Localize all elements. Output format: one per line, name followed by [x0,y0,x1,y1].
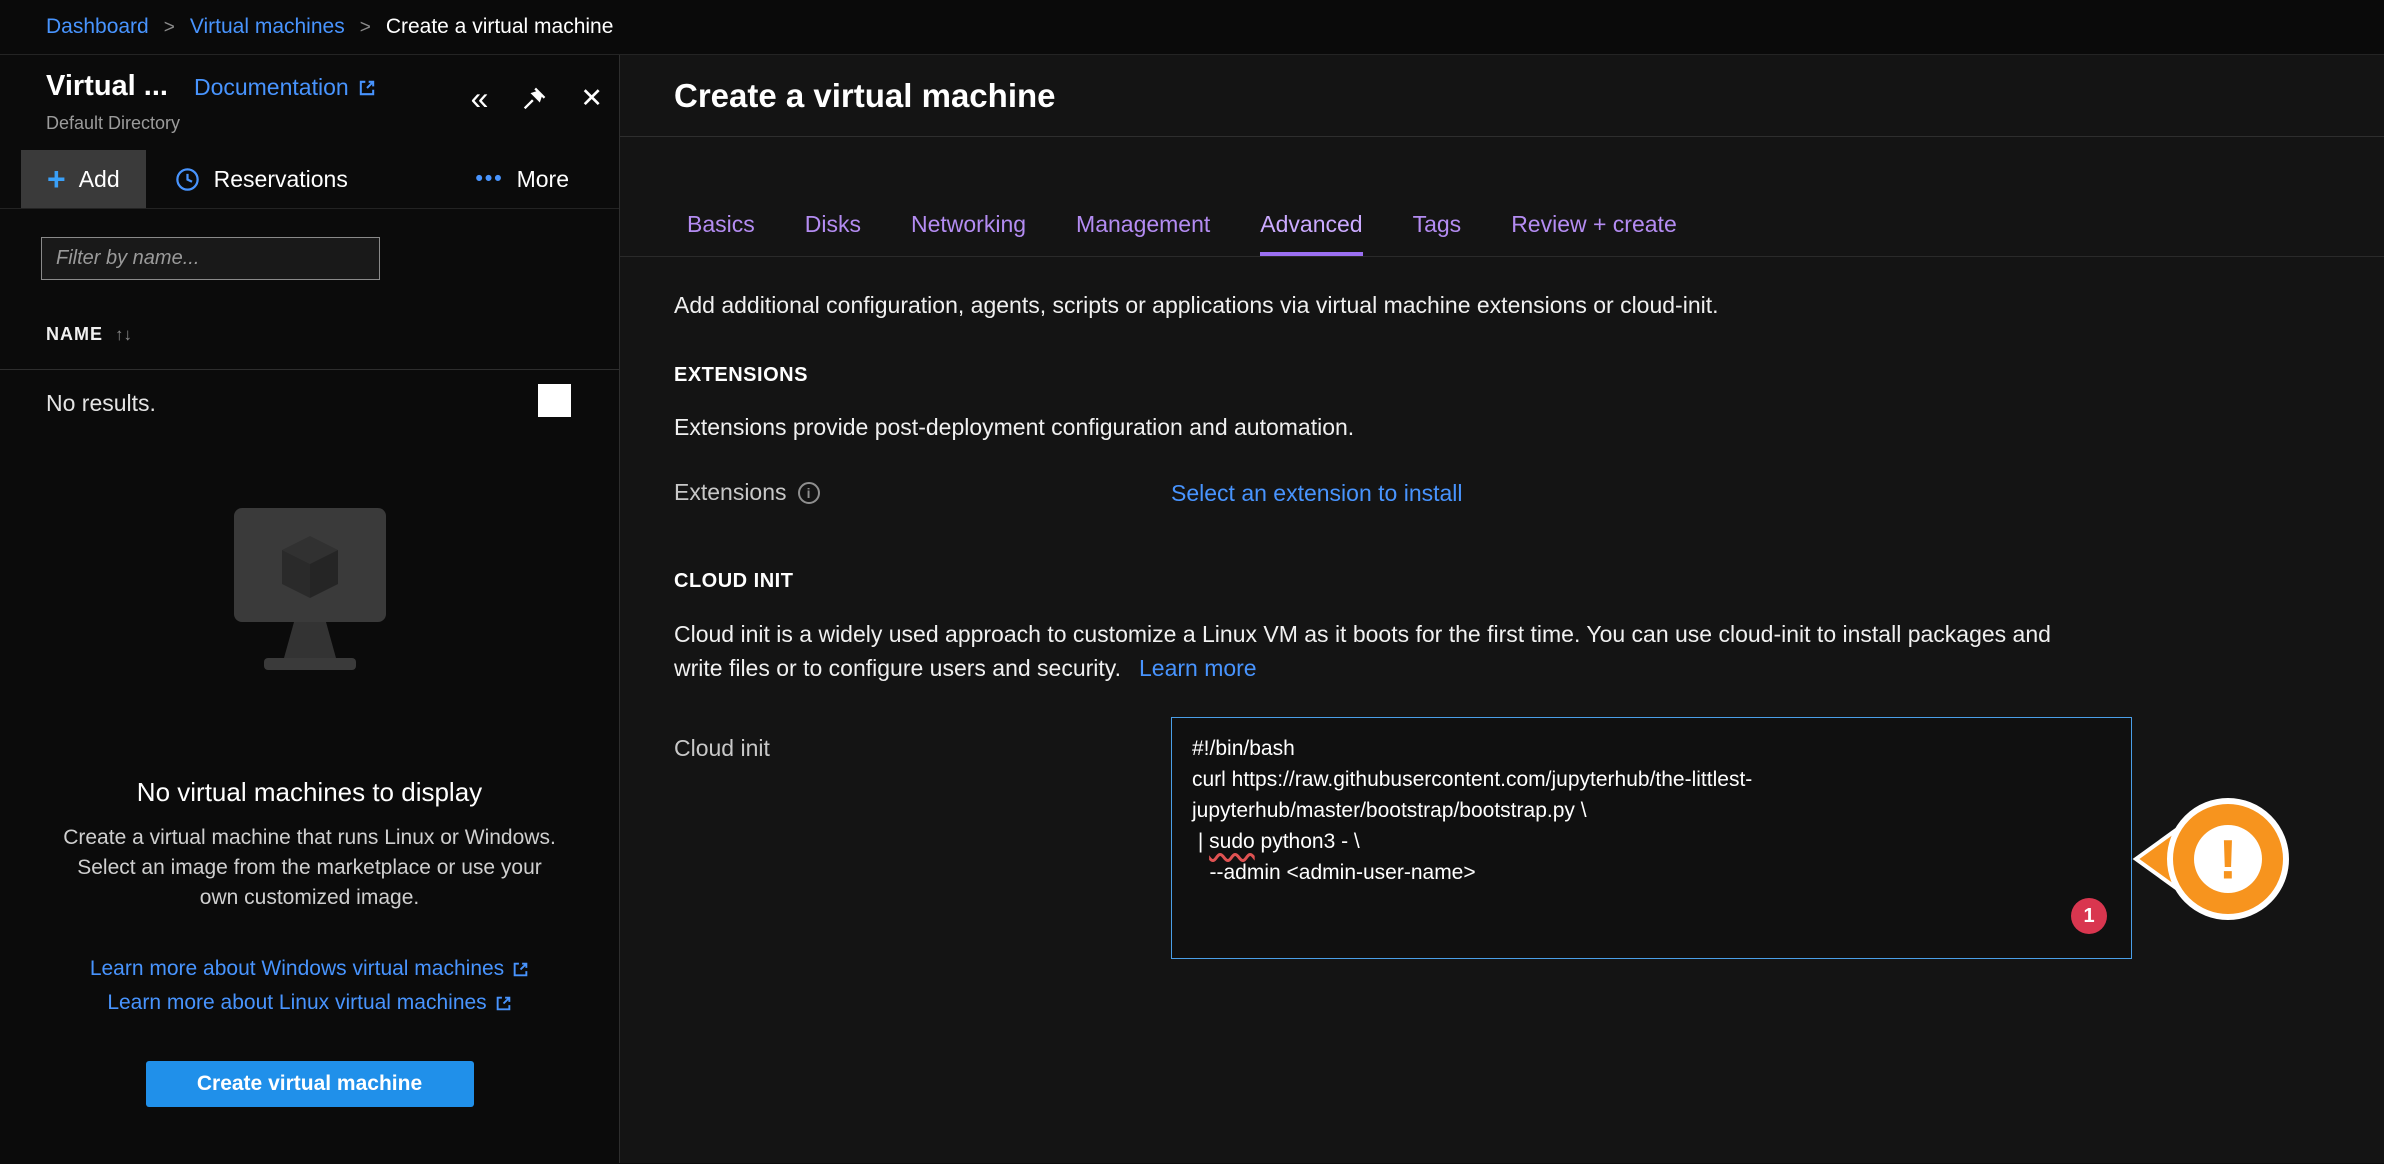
select-checkbox[interactable] [538,384,571,417]
panel-header: Virtual ... Documentation Default Direct… [0,55,619,134]
external-link-icon [358,79,376,97]
table-header[interactable]: NAME ↑↓ [46,324,619,345]
annotation-badge-1: 1 [2071,898,2107,934]
sort-icon: ↑↓ [115,325,132,345]
empty-state-title: No virtual machines to display [0,777,619,807]
more-button-label: More [517,166,569,193]
documentation-link-label: Documentation [194,74,349,101]
directory-label: Default Directory [46,112,376,134]
extensions-description: Extensions provide post-deployment confi… [674,413,2384,441]
external-link-icon [495,995,512,1012]
blade-header: Create a virtual machine [620,55,2384,137]
vm-monitor-icon [208,506,412,696]
cloud-init-description: Cloud init is a widely used approach to … [674,617,2074,685]
breadcrumb-separator: > [164,17,175,38]
learn-more-link[interactable]: Learn more [1139,655,1257,681]
cloud-init-field-label: Cloud init [674,717,1171,762]
tab-disks[interactable]: Disks [805,211,861,256]
no-results-row: No results. [0,370,619,436]
link-label: Learn more about Windows virtual machine… [90,957,504,981]
collapse-panel-icon[interactable]: « [471,83,489,113]
misspelled-word: sudo [1209,830,1255,853]
breadcrumb: Dashboard > Virtual machines > Create a virt… [46,15,613,39]
code-line: curl https://raw.githubusercontent.com/j… [1192,764,2111,795]
exclamation-annotation-icon: ! [2128,788,2304,934]
tab-networking[interactable]: Networking [911,211,1026,256]
vm-list-panel: Virtual ... Documentation Default Direct… [0,55,620,1163]
link-label: Learn more about Linux virtual machines [107,991,486,1015]
code-line: | sudo python3 - \ [1192,826,2111,857]
breadcrumb-dashboard[interactable]: Dashboard [46,15,149,38]
tab-basics[interactable]: Basics [687,211,755,256]
breadcrumb-bar: Dashboard > Virtual machines > Create a virt… [0,0,2384,55]
tab-advanced[interactable]: Advanced [1260,211,1362,256]
tab-review-create[interactable]: Review + create [1511,211,1677,256]
page-title: Create a virtual machine [674,77,1056,115]
cloud-init-heading: CLOUD INIT [674,569,2384,593]
cloud-init-script: #!/bin/bashcurl https://raw.githubuserco… [1192,733,2111,888]
plus-icon: + [47,163,66,195]
reservations-button-label: Reservations [214,166,348,193]
ellipsis-icon: ••• [476,167,504,191]
pin-icon[interactable] [520,85,548,113]
filter-input[interactable] [41,237,380,280]
no-results-label: No results. [46,390,156,416]
empty-state-description: Create a virtual machine that runs Linux… [57,823,562,913]
exclamation-glyph: ! [2219,828,2238,891]
close-panel-icon[interactable]: ✕ [580,83,603,113]
empty-state: No virtual machines to display Create a … [0,506,619,1107]
learn-more-link-windows[interactable]: Learn more about Windows virtual machine… [90,957,529,981]
extensions-heading: EXTENSIONS [674,363,2384,387]
select-extension-link[interactable]: Select an extension to install [1171,479,1463,507]
learn-more-link-linux[interactable]: Learn more about Linux virtual machines [107,991,511,1015]
code-line: #!/bin/bash [1192,733,2111,764]
reservations-button[interactable]: Reservations [174,150,348,208]
tab-management[interactable]: Management [1076,211,1210,256]
divider [620,256,2384,257]
clock-icon [174,166,201,193]
code-line: jupyterhub/master/bootstrap/bootstrap.py… [1192,795,2111,826]
panel-title: Virtual ... [46,69,168,103]
add-button-label: Add [79,166,120,193]
breadcrumb-create-a-virtual-machine: Create a virtual machine [386,15,614,38]
create-vm-blade: Create a virtual machine Basics Disks Netw… [620,55,2384,1163]
extensions-row: Extensions i Select an extension to inst… [674,479,2384,507]
external-link-icon [512,961,529,978]
add-button[interactable]: + Add [21,150,146,208]
info-icon[interactable]: i [798,482,820,504]
more-button[interactable]: ••• More [476,150,569,208]
breadcrumb-separator: > [360,17,371,38]
name-column-header: NAME [46,324,103,345]
panel-toolbar: + Add Reservations ••• More [0,150,619,209]
cloud-init-input[interactable]: #!/bin/bashcurl https://raw.githubuserco… [1171,717,2132,959]
tab-tags[interactable]: Tags [1413,211,1462,256]
extensions-field-label: Extensions [674,479,787,506]
code-line: --admin <admin-user-name> [1192,857,2111,888]
cloud-init-description-text: Cloud init is a widely used approach to … [674,621,2051,681]
documentation-link[interactable]: Documentation [194,74,376,101]
advanced-intro-text: Add additional configuration, agents, sc… [674,291,2384,319]
tab-bar: Basics Disks Networking Management Advanced T… [687,211,2384,256]
create-virtual-machine-button[interactable]: Create virtual machine [146,1061,474,1107]
breadcrumb-virtual-machines[interactable]: Virtual machines [190,15,345,38]
